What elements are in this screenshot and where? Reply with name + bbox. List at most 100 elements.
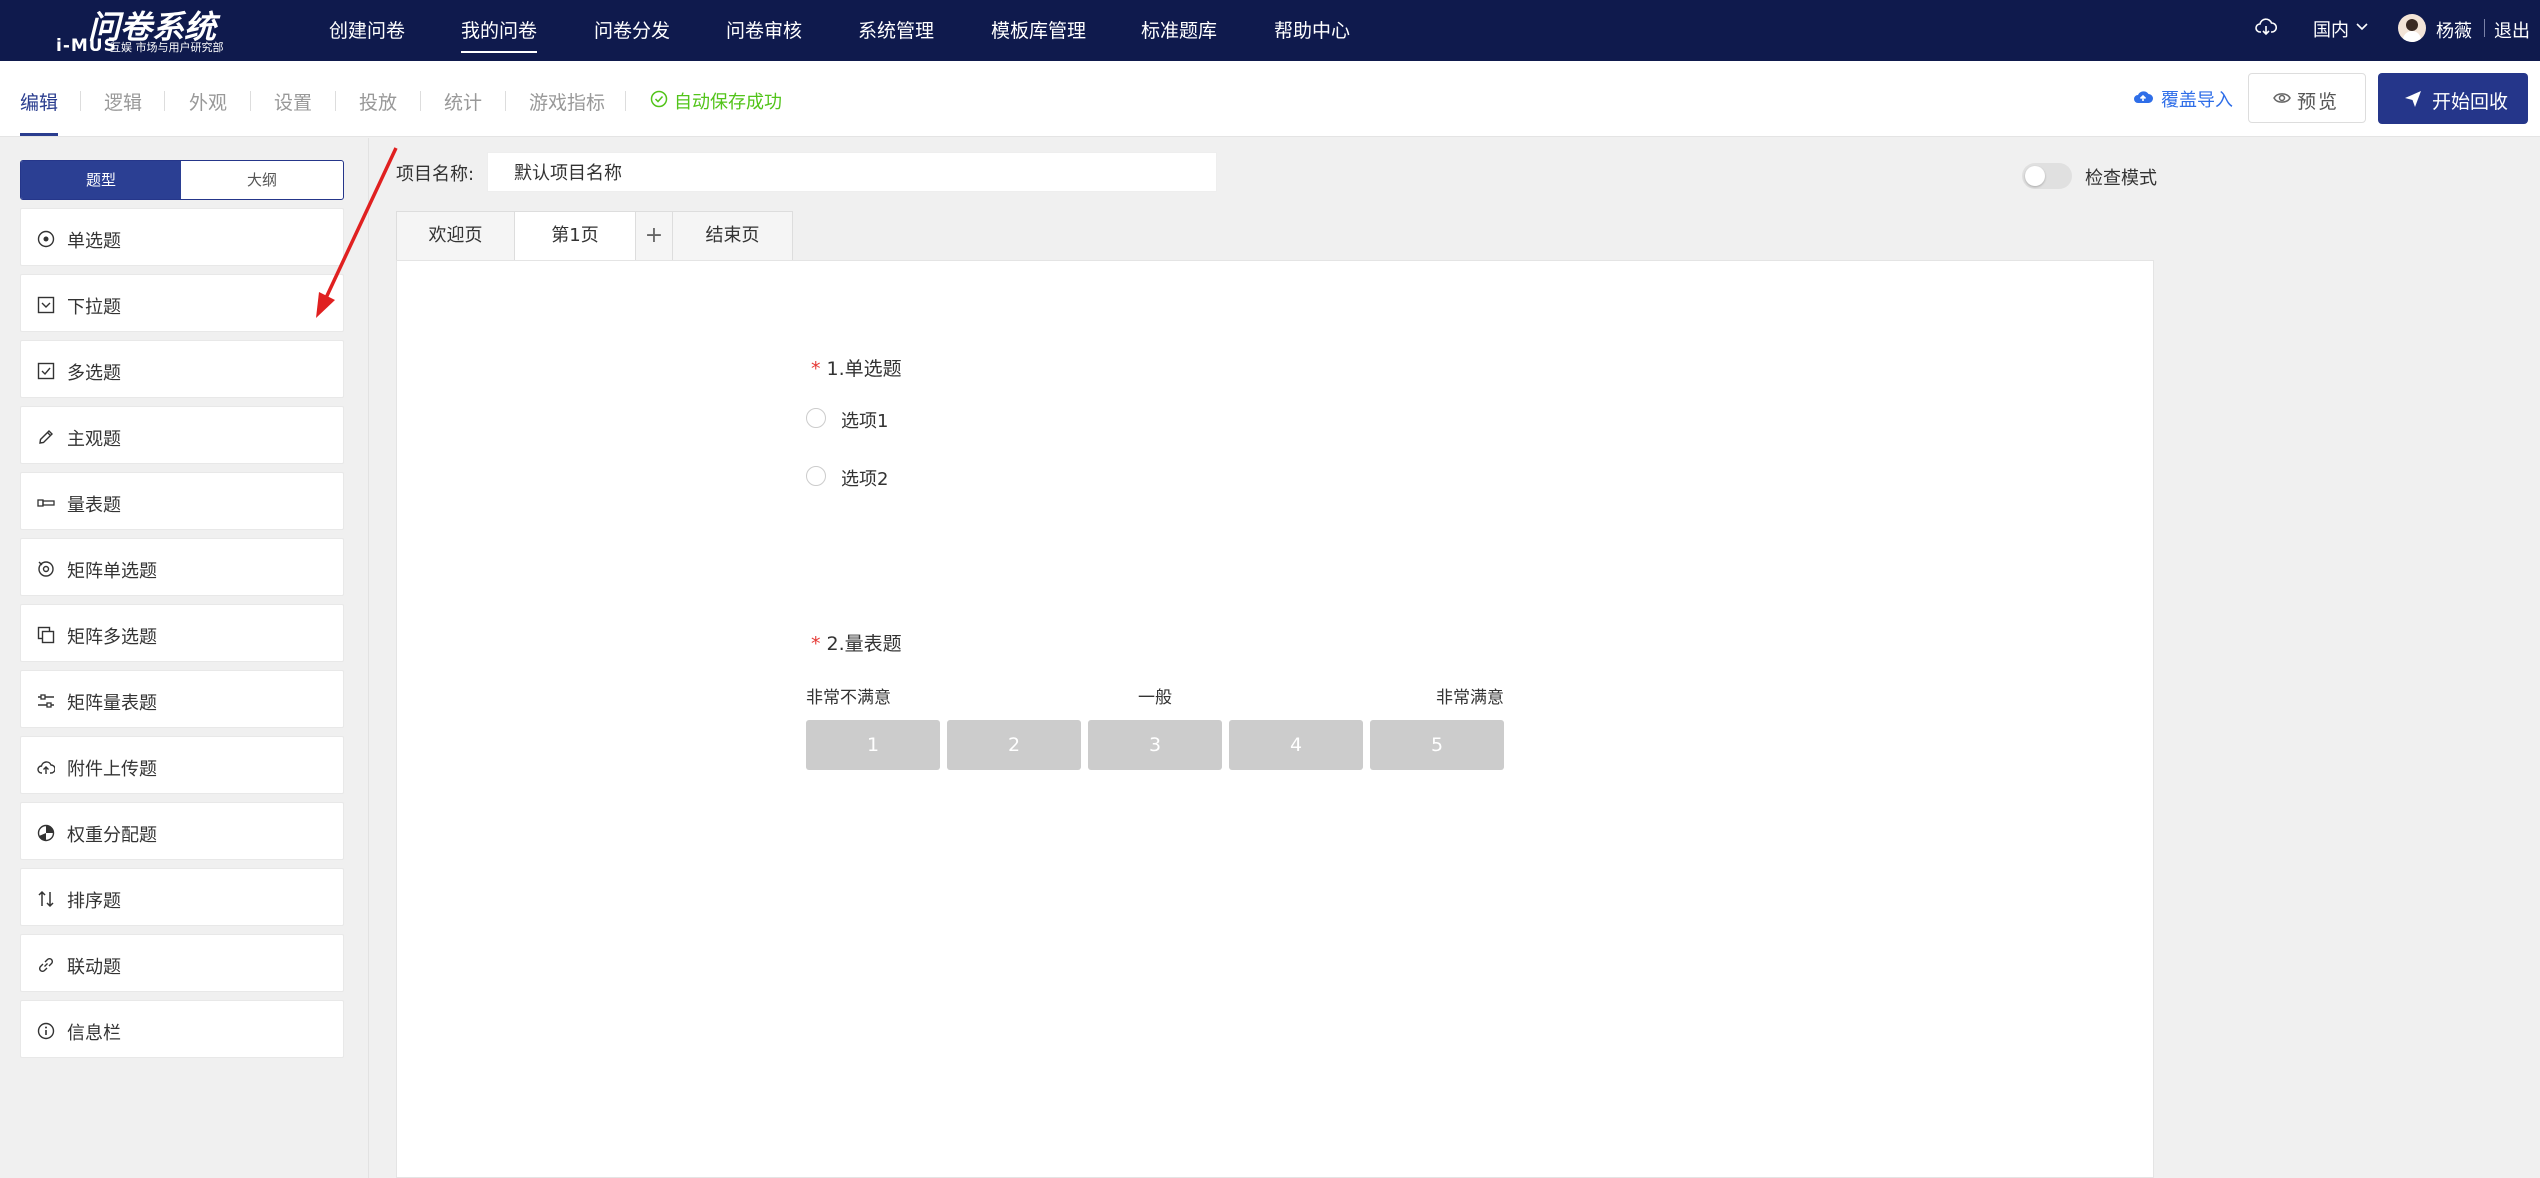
dropdown-icon	[37, 296, 55, 314]
qtype-label: 下拉题	[67, 297, 121, 318]
tab-settings[interactable]: 设置	[274, 88, 312, 115]
annotation-arrow	[316, 147, 398, 318]
app-logo[interactable]: 问卷系统 i-MUS 互娱 市场与用户研究部	[56, 2, 236, 58]
logo-brand: i-MUS	[56, 36, 117, 56]
divider	[420, 91, 421, 111]
nav-my-surveys[interactable]: 我的问卷	[461, 16, 538, 53]
nav-distribute[interactable]: 问卷分发	[594, 16, 670, 43]
radio-icon	[37, 230, 55, 248]
nav-review[interactable]: 问卷审核	[726, 16, 802, 43]
qtype-matrix-multiple[interactable]: 矩阵多选题	[20, 604, 344, 662]
qtype-label: 矩阵量表题	[67, 693, 157, 714]
nav-help-center[interactable]: 帮助中心	[1274, 16, 1350, 43]
question-title-text: 2.量表题	[826, 633, 902, 655]
divider	[2484, 19, 2485, 37]
matrix-scale-icon	[38, 694, 54, 708]
chevron-down-icon[interactable]	[2355, 19, 2369, 33]
import-overwrite-button[interactable]: 覆盖导入	[2161, 86, 2233, 112]
tab-logic[interactable]: 逻辑	[104, 88, 142, 115]
qtype-dropdown[interactable]: 下拉题	[20, 274, 344, 332]
sidebar-segment-control: 题型 大纲	[20, 160, 344, 200]
qtype-open-ended[interactable]: 主观题	[20, 406, 344, 464]
option-radio[interactable]	[806, 408, 826, 428]
send-icon	[2405, 91, 2421, 107]
qtype-label: 权重分配题	[67, 825, 157, 846]
qtype-linked[interactable]: 联动题	[20, 934, 344, 992]
scale-option-button[interactable]: 1	[806, 720, 940, 770]
qtype-matrix-scale[interactable]: 矩阵量表题	[20, 670, 344, 728]
sort-icon	[38, 890, 54, 908]
divider	[505, 91, 506, 111]
qtype-label: 附件上传题	[67, 759, 157, 780]
top-navigation-bar: 问卷系统 i-MUS 互娱 市场与用户研究部 创建问卷 我的问卷 问卷分发 问卷…	[0, 0, 2540, 61]
region-selector[interactable]: 国内	[2313, 16, 2349, 42]
tab-appearance[interactable]: 外观	[189, 88, 227, 115]
avatar[interactable]	[2398, 14, 2426, 42]
cloud-upload-icon[interactable]	[2133, 89, 2153, 105]
start-collecting-button[interactable]: 开始回收	[2378, 73, 2528, 124]
add-page-button[interactable]: +	[635, 211, 673, 261]
logout-link[interactable]: 退出	[2494, 17, 2530, 43]
nav-create-survey[interactable]: 创建问卷	[329, 16, 405, 43]
option-label: 选项1	[841, 411, 889, 432]
pie-icon	[37, 824, 55, 842]
survey-canvas	[396, 260, 2154, 1178]
qtype-label: 主观题	[67, 429, 121, 450]
divider	[164, 91, 165, 111]
divider	[80, 91, 81, 111]
preview-button[interactable]: 预览	[2248, 73, 2366, 123]
scale-option-button[interactable]: 2	[947, 720, 1081, 770]
start-collecting-label: 开始回收	[2432, 91, 2509, 113]
checkbox-icon	[37, 362, 55, 380]
qtype-file-upload[interactable]: 附件上传题	[20, 736, 344, 794]
segment-question-types[interactable]: 题型	[21, 161, 181, 199]
scale-icon	[37, 499, 55, 507]
user-name[interactable]: 杨薇	[2436, 17, 2472, 43]
divider	[335, 91, 336, 111]
nav-template-library[interactable]: 模板库管理	[991, 16, 1086, 43]
page-tab-welcome[interactable]: 欢迎页	[396, 211, 515, 261]
option-label: 选项2	[841, 469, 889, 490]
qtype-label: 多选题	[67, 363, 121, 384]
page-tab-page-1[interactable]: 第1页	[514, 211, 636, 262]
qtype-label: 量表题	[67, 495, 121, 516]
qtype-info-bar[interactable]: 信息栏	[20, 1000, 344, 1058]
pencil-icon	[39, 430, 53, 444]
tab-game-metrics[interactable]: 游戏指标	[529, 88, 605, 115]
check-mode-toggle[interactable]	[2022, 163, 2072, 189]
eye-icon	[2273, 93, 2291, 103]
scale-option-button[interactable]: 3	[1088, 720, 1222, 770]
tab-publish[interactable]: 投放	[359, 88, 397, 115]
qtype-label: 信息栏	[67, 1023, 121, 1044]
qtype-label: 矩阵单选题	[67, 561, 157, 582]
qtype-scale[interactable]: 量表题	[20, 472, 344, 530]
tab-statistics[interactable]: 统计	[444, 88, 482, 115]
option-radio[interactable]	[806, 466, 826, 486]
autosave-status: 自动保存成功	[674, 92, 782, 113]
question-2-title[interactable]: * 2.量表题	[811, 629, 902, 656]
nav-system-management[interactable]: 系统管理	[858, 16, 934, 43]
cloud-download-icon[interactable]	[2255, 18, 2277, 36]
question-1-title[interactable]: * 1.单选题	[811, 354, 902, 381]
nav-standard-question-bank[interactable]: 标准题库	[1141, 16, 1217, 43]
qtype-matrix-single[interactable]: 矩阵单选题	[20, 538, 344, 596]
scale-option-button[interactable]: 5	[1370, 720, 1504, 770]
scale-low-label: 非常不满意	[806, 688, 891, 708]
divider	[250, 91, 251, 111]
scale-option-button[interactable]: 4	[1229, 720, 1363, 770]
check-mode-label: 检查模式	[2085, 168, 2157, 189]
matrix-radio-icon	[38, 561, 54, 577]
qtype-weight-allocation[interactable]: 权重分配题	[20, 802, 344, 860]
qtype-multiple-choice[interactable]: 多选题	[20, 340, 344, 398]
project-name-input[interactable]	[487, 152, 1217, 192]
qtype-label: 矩阵多选题	[67, 627, 157, 648]
tab-edit[interactable]: 编辑	[20, 88, 59, 136]
required-mark: *	[811, 358, 821, 380]
qtype-sorting[interactable]: 排序题	[20, 868, 344, 926]
check-circle-icon	[650, 90, 668, 108]
question-title-text: 1.单选题	[826, 358, 902, 380]
qtype-label: 单选题	[67, 231, 121, 252]
page-tab-end[interactable]: 结束页	[672, 211, 793, 261]
qtype-single-choice[interactable]: 单选题	[20, 208, 344, 266]
logo-subtitle: 互娱 市场与用户研究部	[110, 41, 224, 54]
